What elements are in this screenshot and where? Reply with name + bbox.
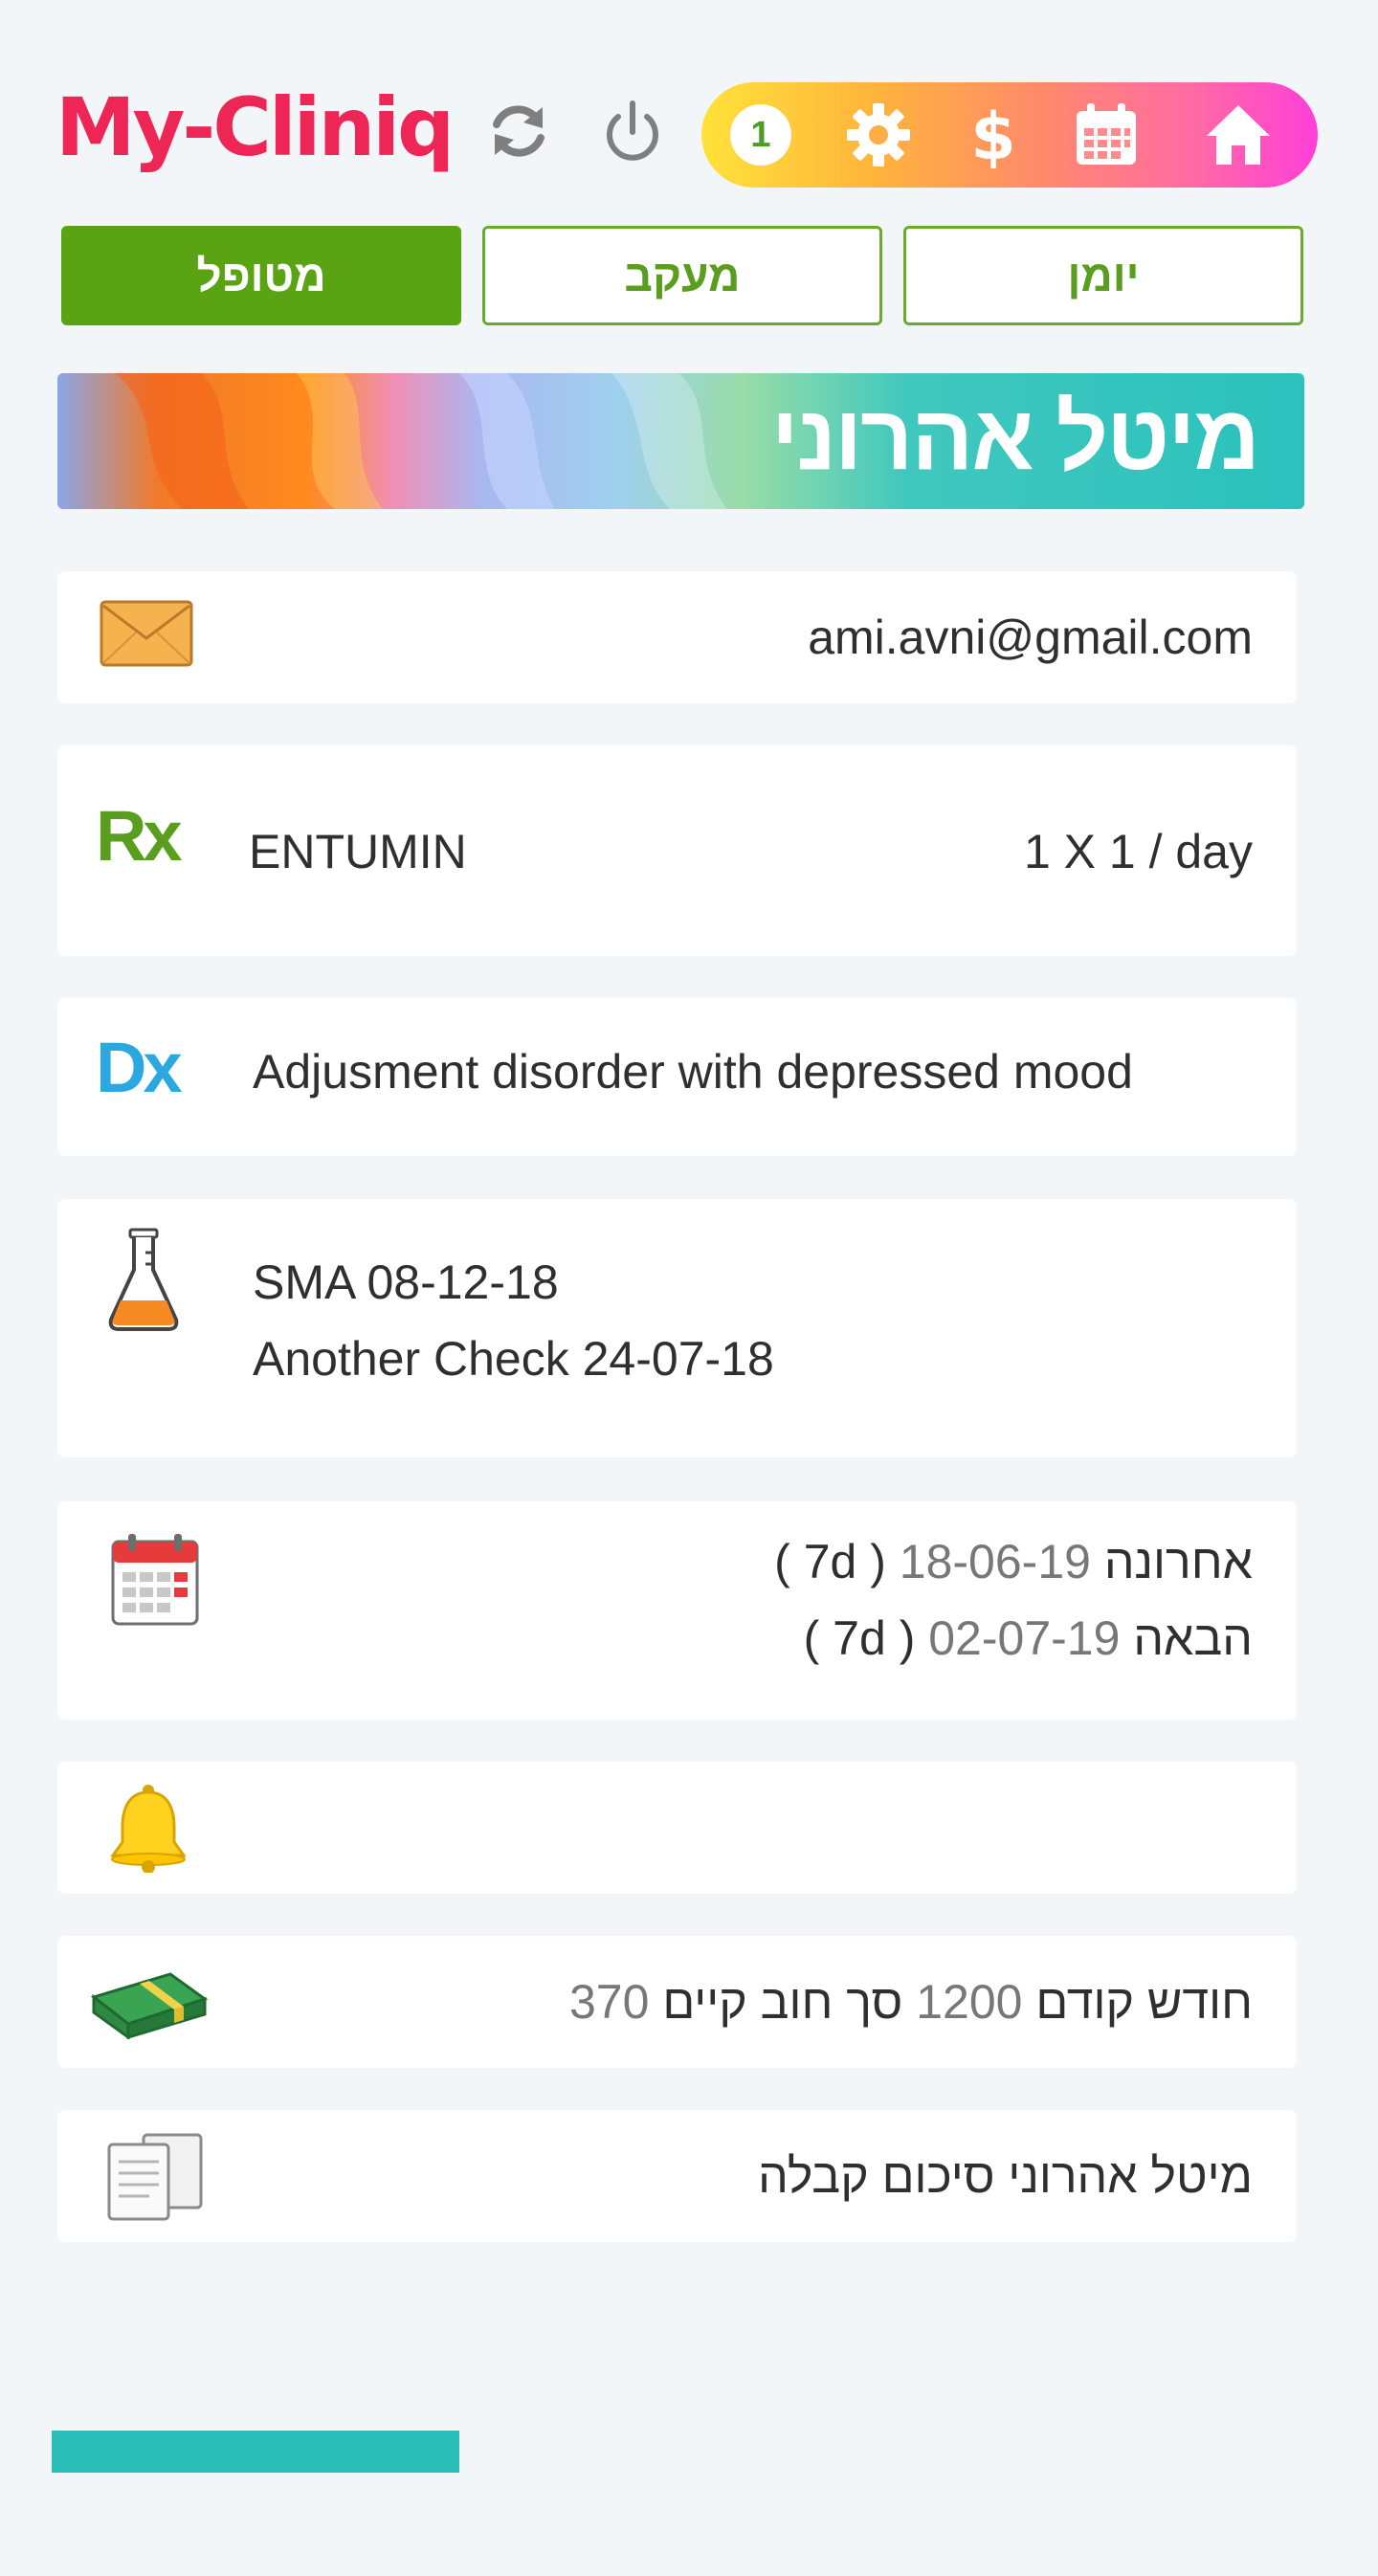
rx-icon: Rx <box>96 796 183 876</box>
receipt-icon <box>107 2133 203 2221</box>
patient-email[interactable]: ami.avni@gmail.com <box>808 610 1253 665</box>
diagnosis-text: Adjusment disorder with depressed mood <box>253 1045 1133 1099</box>
billing-card[interactable]: חודש קודם 1200 סך חוב קיים 370 <box>57 1936 1297 2068</box>
last-appointment-interval: ( 7d ) <box>774 1535 886 1588</box>
envelope-icon <box>100 600 193 667</box>
next-appointment-label: הבאה <box>1133 1611 1253 1665</box>
appointments-card[interactable]: אחרונה 18-06-19 ( 7d ) הבאה 02-07-19 ( 7… <box>57 1501 1297 1720</box>
money-icon <box>90 1972 209 2039</box>
last-appointment-label: אחרונה <box>1103 1535 1253 1588</box>
svg-text:$: $ <box>970 100 1015 170</box>
patient-banner: מיטל אהרוני <box>57 373 1304 509</box>
receipt-text: מיטל אהרוני סיכום קבלה <box>758 2149 1253 2203</box>
refresh-icon[interactable] <box>483 96 554 167</box>
drug-dose: 1 X 1 / day <box>1023 825 1253 878</box>
last-appointment: אחרונה 18-06-19 ( 7d ) <box>774 1534 1253 1589</box>
dx-icon: Dx <box>96 1028 183 1107</box>
main-nav-bar: 1 $ <box>701 82 1318 188</box>
calendar-icon[interactable] <box>1071 100 1142 170</box>
prescription-card[interactable]: Rx ENTUMIN 1 X 1 / day <box>57 745 1297 956</box>
dollar-icon[interactable]: $ <box>958 100 1029 170</box>
tab-diary[interactable]: יומן <box>903 226 1303 325</box>
email-card[interactable]: ami.avni@gmail.com <box>57 571 1297 703</box>
next-appointment: הבאה 02-07-19 ( 7d ) <box>804 1610 1253 1666</box>
last-appointment-date: 18-06-19 <box>899 1535 1091 1588</box>
debt-value: 370 <box>569 1975 650 2029</box>
debt-label: סך חוב קיים <box>662 1975 903 2029</box>
diagnosis-card[interactable]: Dx Adjusment disorder with depressed moo… <box>57 998 1297 1156</box>
receipt-card[interactable]: מיטל אהרוני סיכום קבלה <box>57 2110 1297 2242</box>
patient-name: מיטל אהרוני <box>770 387 1260 489</box>
prev-month-label: חודש קודם <box>1035 1975 1253 2029</box>
next-appointment-date: 02-07-19 <box>928 1611 1121 1665</box>
home-icon[interactable] <box>1203 100 1274 170</box>
tab-followup[interactable]: מעקב <box>482 226 882 325</box>
bottom-bar <box>52 2431 459 2473</box>
flask-icon <box>108 1228 179 1331</box>
lab-test-item: Another Check 24-07-18 <box>253 1332 774 1386</box>
lab-test-item: SMA 08-12-18 <box>253 1255 559 1309</box>
tab-patient[interactable]: מטופל <box>61 226 461 325</box>
gear-icon[interactable] <box>843 100 914 170</box>
lab-tests-card[interactable]: SMA 08-12-18 Another Check 24-07-18 <box>57 1199 1297 1457</box>
calendar-card-icon <box>111 1534 199 1626</box>
next-appointment-interval: ( 7d ) <box>803 1611 916 1665</box>
app-header: My-Cliniq 1 $ <box>0 0 1378 220</box>
drug-name: ENTUMIN <box>249 825 467 878</box>
billing-summary: חודש קודם 1200 סך חוב קיים 370 <box>569 1974 1253 2030</box>
bell-icon <box>110 1785 187 1873</box>
notification-badge[interactable]: 1 <box>730 104 791 166</box>
power-icon[interactable] <box>597 96 668 167</box>
reminders-card[interactable] <box>57 1762 1297 1894</box>
app-logo[interactable]: My-Cliniq <box>56 75 455 180</box>
prev-month-value: 1200 <box>916 1975 1023 2029</box>
